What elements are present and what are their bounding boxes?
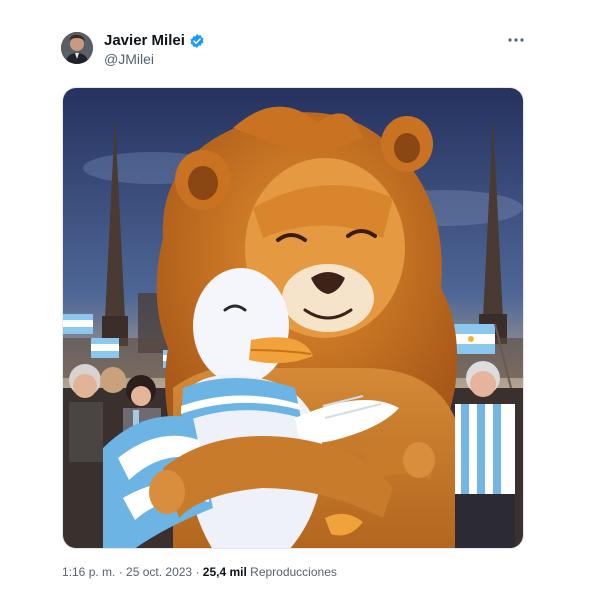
verified-badge-icon [189,33,205,49]
tweet-date[interactable]: 25 oct. 2023 [126,565,192,579]
author-name-text: Javier Milei [104,32,185,49]
profile-photo-icon [61,32,93,64]
meta-separator: · [115,565,127,579]
meta-separator: · [192,565,203,579]
views-label: Reproducciones [246,565,337,579]
views-count: 25,4 mil [202,565,247,579]
lion-hugging-duck-illustration [63,88,523,548]
tweet-meta: 1:16 p. m. · 25 oct. 2023 · 25,4 mil Rep… [62,565,337,579]
tweet-time[interactable]: 1:16 p. m. [62,565,115,579]
tweet-image[interactable] [62,87,524,549]
avatar[interactable] [61,32,93,64]
tweet: Javier Milei @JMilei 1:16 p. m. · 25 oct… [0,0,590,589]
author-name[interactable]: Javier Milei [104,32,205,49]
more-options-icon[interactable] [505,32,527,48]
author-handle[interactable]: @JMilei [104,51,154,67]
